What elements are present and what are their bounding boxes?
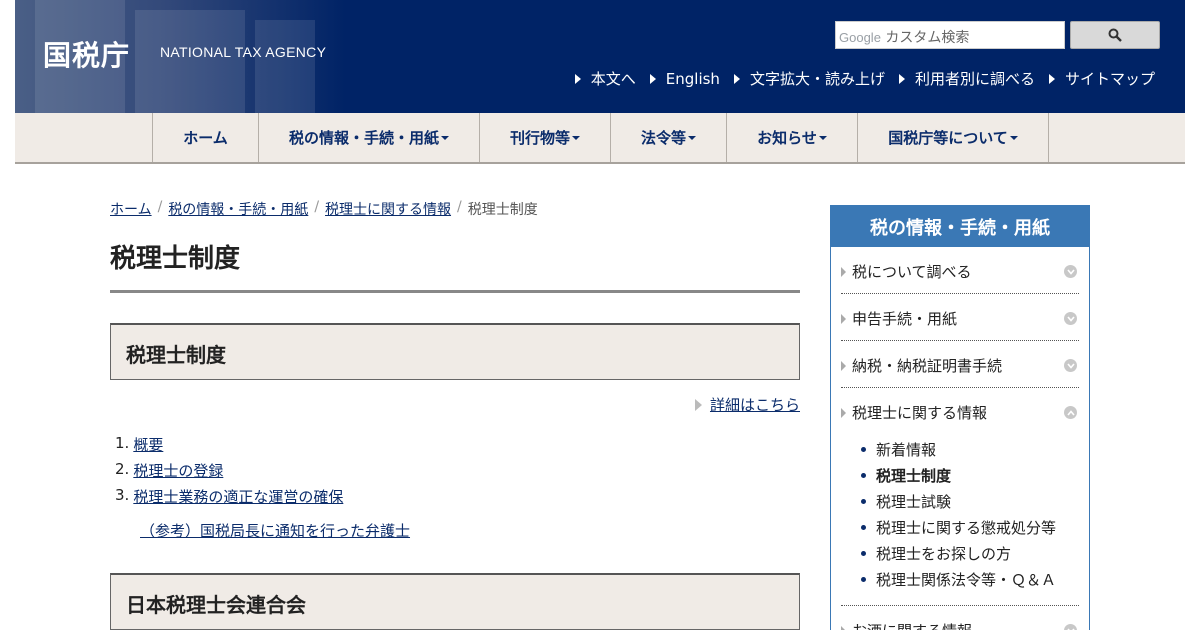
expand-icon	[1064, 312, 1077, 325]
arrow-icon	[574, 73, 581, 84]
side-item-payment[interactable]: 納税・納税証明書手続	[841, 355, 1079, 376]
side-sub-item[interactable]: 税理士をお探しの方	[861, 540, 1056, 566]
arrow-icon	[733, 73, 740, 84]
page-title: 税理士制度	[110, 244, 241, 274]
side-item-tax-research[interactable]: 税について調べる	[841, 261, 1079, 282]
caret-down-icon	[441, 135, 449, 140]
expand-icon	[1064, 265, 1077, 278]
gnav-item-laws[interactable]: 法令等	[611, 113, 727, 162]
arrow-icon	[841, 625, 846, 630]
side-sub-item[interactable]: 税理士試験	[861, 488, 1056, 514]
util-link-sitemap[interactable]: サイトマップ	[1048, 68, 1155, 89]
divider	[841, 605, 1079, 606]
search-placeholder: カスタム検索	[885, 30, 970, 46]
overview-list: 1. 概要 2. 税理士の登録 3. 税理士業務の適正な運営の確保	[115, 434, 343, 512]
breadcrumb-link-home[interactable]: ホーム	[110, 199, 152, 219]
site-header: 国税庁 NATIONAL TAX AGENCY Google カスタム検索 本文…	[15, 0, 1185, 113]
side-item-alcohol[interactable]: お酒に関する情報	[841, 620, 1079, 630]
arrow-icon	[841, 266, 846, 277]
section-heading-federation: 日本税理士会連合会	[110, 573, 800, 630]
expand-icon	[1064, 624, 1077, 630]
side-sub-item[interactable]: 新着情報	[861, 436, 1056, 462]
gnav-item-about[interactable]: 国税庁等について	[858, 113, 1049, 162]
breadcrumb: ホーム / 税の情報・手続・用紙 / 税理士に関する情報 / 税理士制度	[110, 199, 538, 219]
caret-down-icon	[818, 135, 827, 140]
arrow-icon	[841, 360, 846, 371]
side-item-tax-accountant[interactable]: 税理士に関する情報	[841, 402, 1079, 423]
utility-links: 本文へ English 文字拡大・読み上げ 利用者別に調べる サイトマップ	[574, 68, 1155, 89]
side-item-filing[interactable]: 申告手続・用紙	[841, 308, 1079, 329]
side-sub-item[interactable]: 税理士に関する懲戒処分等	[861, 514, 1056, 540]
gnav-item-home[interactable]: ホーム	[153, 113, 259, 162]
list-item: 1. 概要	[115, 434, 164, 454]
search-input[interactable]: Google カスタム検索	[835, 21, 1065, 49]
util-link-by-user[interactable]: 利用者別に調べる	[898, 68, 1035, 89]
side-sub-item-current[interactable]: 税理士制度	[861, 462, 1056, 488]
util-link-english[interactable]: English	[649, 68, 720, 89]
side-sub-item[interactable]: 税理士関係法令等・Ｑ＆Ａ	[861, 566, 1056, 592]
util-link-skip[interactable]: 本文へ	[574, 68, 636, 89]
global-nav: ホーム 税の情報・手続・用紙 刊行物等 法令等 お知らせ 国税庁等について	[15, 113, 1185, 164]
divider	[841, 340, 1079, 341]
divider	[841, 293, 1079, 294]
caret-down-icon	[688, 135, 696, 140]
site-logo-english: NATIONAL TAX AGENCY	[160, 44, 327, 60]
detail-link[interactable]: 詳細はこちら	[694, 394, 800, 415]
reference-link[interactable]: （参考）国税局長に通知を行った弁護士	[140, 520, 410, 541]
breadcrumb-current: 税理士制度	[467, 202, 538, 218]
side-sub-list: 新着情報 税理士制度 税理士試験 税理士に関する懲戒処分等 税理士をお探しの方 …	[861, 436, 1056, 592]
arrow-icon	[841, 313, 846, 324]
gnav-item-publications[interactable]: 刊行物等	[480, 113, 611, 162]
breadcrumb-link-tax-info[interactable]: 税の情報・手続・用紙	[168, 199, 308, 219]
arrow-icon	[649, 73, 656, 84]
caret-down-icon	[572, 135, 580, 140]
arrow-icon	[1048, 73, 1055, 84]
gnav-item-tax-info[interactable]: 税の情報・手続・用紙	[259, 113, 480, 162]
side-nav-title: 税の情報・手続・用紙	[831, 206, 1089, 247]
side-nav: 税の情報・手続・用紙 税について調べる 申告手続・用紙 納税・納税証明書手続 税…	[830, 205, 1090, 630]
list-item: 3. 税理士業務の適正な運営の確保	[115, 486, 344, 506]
arrow-icon	[841, 407, 846, 418]
title-divider	[110, 290, 800, 293]
arrow-icon	[694, 398, 702, 411]
search-icon	[1108, 28, 1122, 42]
caret-down-icon	[1009, 135, 1018, 140]
collapse-icon	[1064, 406, 1077, 419]
search-brand: Google	[839, 30, 881, 45]
breadcrumb-link-tax-accountant-info[interactable]: 税理士に関する情報	[325, 199, 451, 219]
list-item: 2. 税理士の登録	[115, 460, 224, 480]
arrow-icon	[898, 73, 905, 84]
expand-icon	[1064, 359, 1077, 372]
section-heading: 税理士制度	[110, 323, 800, 380]
util-link-accessibility[interactable]: 文字拡大・読み上げ	[733, 68, 885, 89]
divider	[841, 387, 1079, 388]
search-button[interactable]	[1070, 21, 1160, 49]
site-logo[interactable]: 国税庁	[43, 34, 130, 74]
gnav-item-news[interactable]: お知らせ	[727, 113, 858, 162]
